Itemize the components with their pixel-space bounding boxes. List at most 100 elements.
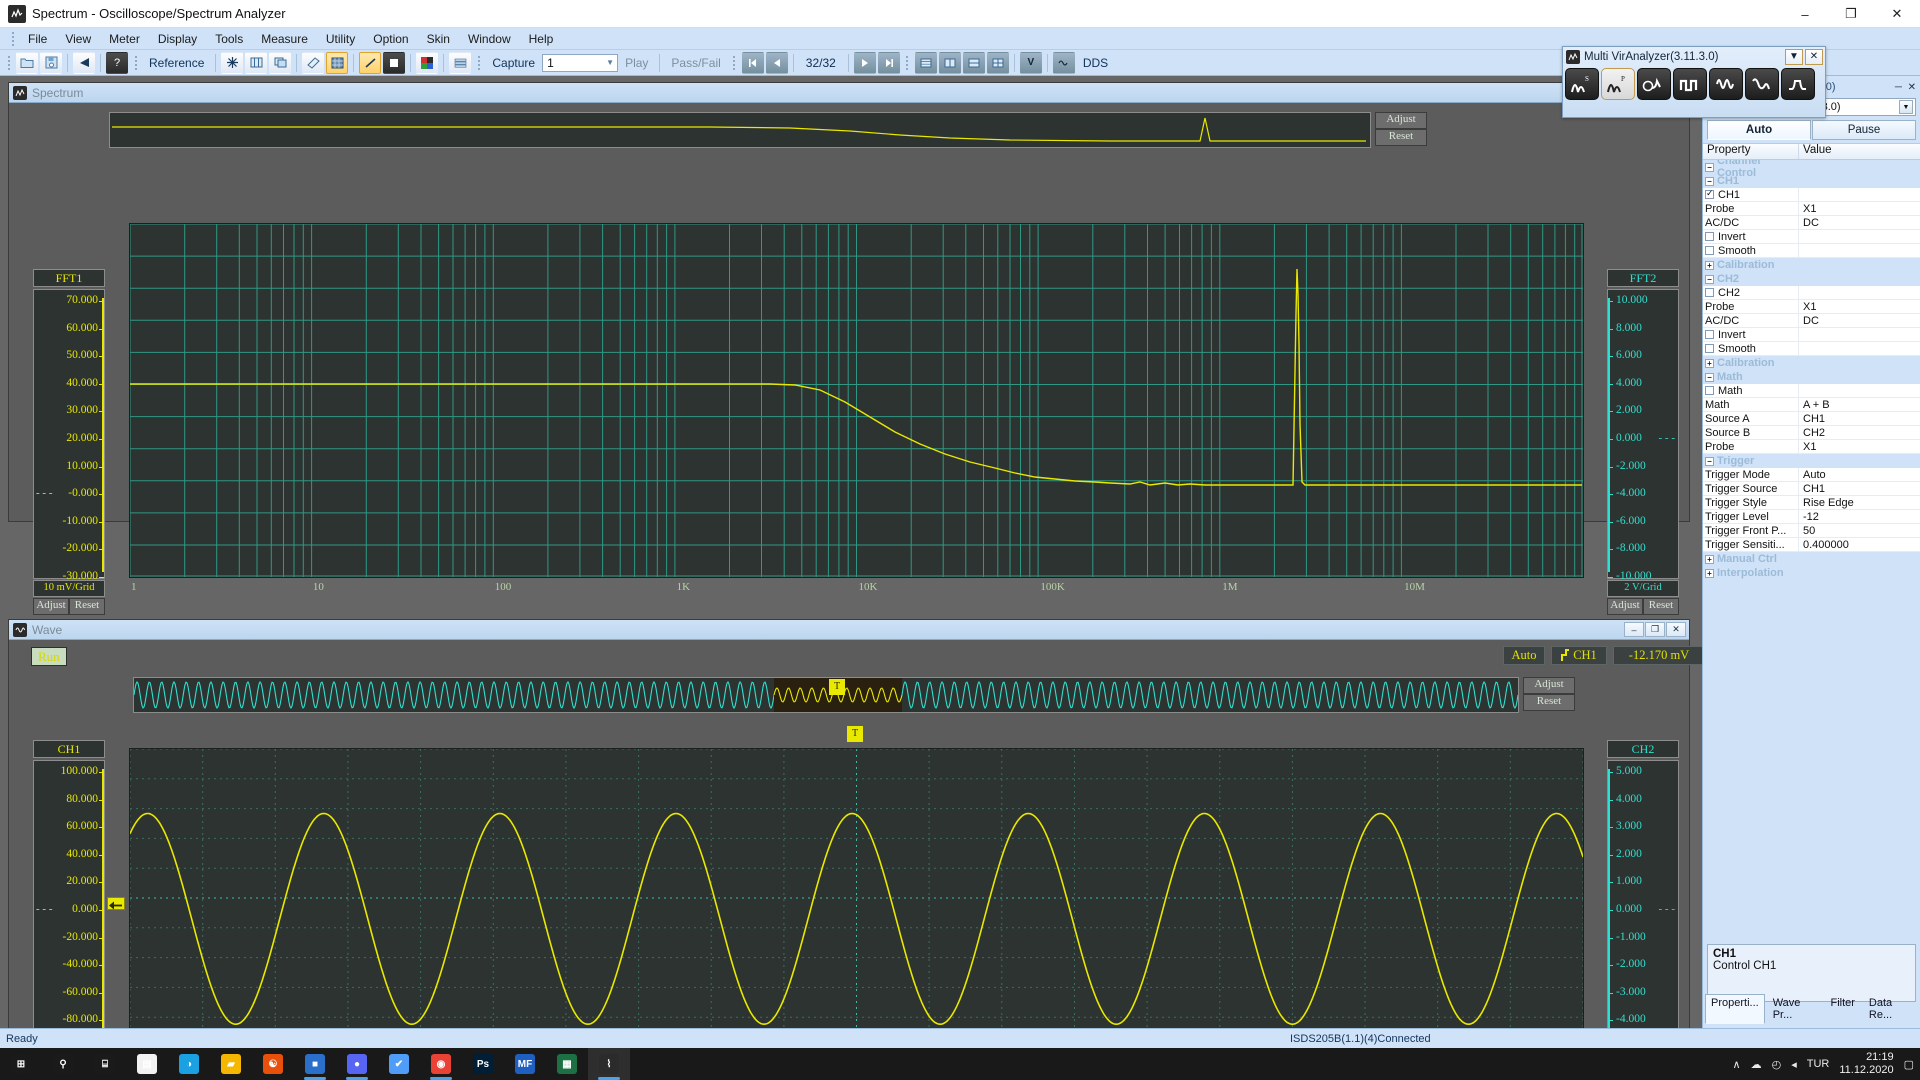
tab-auto[interactable]: Auto	[1707, 120, 1811, 140]
property-checkbox[interactable]	[1705, 188, 1714, 199]
property-value[interactable]: 0.400000	[1799, 538, 1920, 552]
trigger-marker-overview[interactable]: T	[829, 679, 845, 695]
property-row[interactable]: Probe X1	[1703, 202, 1920, 216]
menu-item-view[interactable]: View	[56, 30, 100, 48]
ch1-offset-handle-marker[interactable]	[107, 897, 125, 910]
expander-icon[interactable]: +	[1705, 554, 1714, 564]
color-icon[interactable]	[416, 51, 439, 74]
menu-item-tools[interactable]: Tools	[206, 30, 252, 48]
float-dropdown-button[interactable]: ▼	[1785, 48, 1803, 65]
hsplit-icon[interactable]	[962, 51, 985, 74]
menu-item-help[interactable]: Help	[520, 30, 563, 48]
expander-icon[interactable]: −	[1705, 274, 1714, 284]
next-icon[interactable]	[853, 51, 876, 74]
wave-overview[interactable]	[133, 677, 1519, 713]
property-row[interactable]: Trigger Style Rise Edge	[1703, 496, 1920, 510]
open-icon[interactable]	[16, 51, 38, 74]
volt-icon[interactable]: V	[1019, 51, 1042, 74]
property-row[interactable]: Trigger Front P... 50	[1703, 524, 1920, 538]
fft1-reset-button[interactable]: Reset	[69, 598, 105, 615]
mediafire-icon[interactable]: MF	[504, 1048, 546, 1080]
ruler-icon[interactable]	[302, 51, 325, 74]
taskbar-clock[interactable]: 21:19 11.12.2020	[1839, 1051, 1893, 1077]
modulation-tool-icon[interactable]	[1709, 68, 1743, 100]
fft1-adjust-button[interactable]: Adjust	[33, 598, 69, 615]
property-group-row[interactable]: + Calibration	[1703, 356, 1920, 370]
run-button[interactable]: Run	[31, 647, 67, 666]
tab-pause[interactable]: Pause	[1812, 120, 1916, 140]
file-explorer-icon[interactable]: ▰	[210, 1048, 252, 1080]
play-button[interactable]: Play	[618, 56, 655, 70]
property-group-row[interactable]: − CH1	[1703, 174, 1920, 188]
property-value[interactable]: A + B	[1799, 398, 1920, 412]
tray-language-indicator[interactable]: TUR	[1807, 1058, 1830, 1070]
chrome-icon[interactable]: ◉	[420, 1048, 462, 1080]
opus-icon[interactable]: ☯	[252, 1048, 294, 1080]
dds-icon[interactable]	[1052, 51, 1075, 74]
property-value[interactable]: X1	[1799, 202, 1920, 216]
tab-filter[interactable]: Filter	[1824, 994, 1860, 1024]
property-value[interactable]: CH1	[1799, 412, 1920, 426]
property-value[interactable]	[1799, 244, 1920, 258]
property-value[interactable]	[1799, 342, 1920, 356]
menu-item-measure[interactable]: Measure	[252, 30, 317, 48]
line-icon[interactable]	[359, 51, 382, 74]
prev-icon[interactable]	[765, 51, 788, 74]
property-row[interactable]: AC/DC DC	[1703, 314, 1920, 328]
tab-data-record[interactable]: Data Re...	[1863, 994, 1918, 1024]
trigger-marker-plot[interactable]: T	[847, 726, 863, 742]
property-row[interactable]: Trigger Level -12	[1703, 510, 1920, 524]
spectrum-app-icon[interactable]: ⌇	[588, 1048, 630, 1080]
property-value[interactable]: Rise Edge	[1799, 496, 1920, 510]
tray-onedrive-icon[interactable]: ☁	[1751, 1058, 1762, 1071]
tab-properties[interactable]: Properti...	[1705, 994, 1765, 1024]
property-group-row[interactable]: − Channel Control	[1703, 160, 1920, 179]
menu-item-window[interactable]: Window	[459, 30, 520, 48]
notification-center-icon[interactable]: ▢	[1904, 1058, 1914, 1071]
property-value[interactable]	[1799, 286, 1920, 300]
trigger-source-chip[interactable]: CH1	[1551, 646, 1607, 665]
fft2-reset-button[interactable]: Reset	[1643, 598, 1679, 615]
help-icon[interactable]: ?	[106, 51, 128, 74]
property-value[interactable]: Auto	[1799, 468, 1920, 482]
property-group-row[interactable]: − Math	[1703, 370, 1920, 384]
property-checkbox[interactable]	[1705, 288, 1714, 297]
property-value[interactable]: -12	[1799, 510, 1920, 524]
wave-overview-adjust-button[interactable]: Adjust	[1523, 677, 1575, 694]
spectrum-plot[interactable]	[129, 223, 1584, 578]
minimize-button[interactable]: –	[1782, 0, 1828, 28]
property-group-row[interactable]: − CH2	[1703, 272, 1920, 286]
pulse-tool-icon[interactable]	[1781, 68, 1815, 100]
dock-pin-icon[interactable]: ─	[1895, 82, 1902, 93]
fft2-adjust-button[interactable]: Adjust	[1607, 598, 1643, 615]
property-value[interactable]: DC	[1799, 314, 1920, 328]
expander-icon[interactable]: −	[1705, 176, 1714, 186]
menu-item-meter[interactable]: Meter	[100, 30, 149, 48]
property-group-row[interactable]: + Interpolation	[1703, 566, 1920, 580]
property-row[interactable]: Source A CH1	[1703, 412, 1920, 426]
float-close-button[interactable]: ✕	[1805, 48, 1823, 65]
tray-network-icon[interactable]: ◴	[1772, 1058, 1782, 1071]
edge-icon[interactable]: ◑	[168, 1048, 210, 1080]
expander-icon[interactable]: −	[1705, 372, 1714, 382]
property-checkbox[interactable]	[1705, 330, 1714, 339]
reference-button[interactable]: Reference	[142, 56, 211, 70]
excel-icon[interactable]: ▦	[546, 1048, 588, 1080]
dds-button[interactable]: DDS	[1076, 56, 1115, 70]
property-value[interactable]: CH1	[1799, 482, 1920, 496]
property-value[interactable]: 50	[1799, 524, 1920, 538]
store-icon[interactable]: ▤	[126, 1048, 168, 1080]
peak-tool-icon[interactable]: P	[1601, 68, 1635, 100]
cpu-z-icon[interactable]: ■	[294, 1048, 336, 1080]
property-value[interactable]	[1799, 328, 1920, 342]
wave-minimize-button[interactable]: –	[1624, 622, 1644, 637]
photoshop-icon[interactable]: Ps	[462, 1048, 504, 1080]
property-grid-body[interactable]: −Channel Control−CH1CH1ProbeX1AC/DCDCInv…	[1703, 160, 1920, 660]
property-row[interactable]: Probe X1	[1703, 440, 1920, 454]
property-checkbox[interactable]	[1705, 386, 1714, 395]
property-row[interactable]: Math A + B	[1703, 398, 1920, 412]
property-group-row[interactable]: + Calibration	[1703, 258, 1920, 272]
expander-icon[interactable]: +	[1705, 358, 1714, 368]
proton-icon[interactable]: ✔	[378, 1048, 420, 1080]
spectrum-overview-reset-button[interactable]: Reset	[1375, 129, 1427, 146]
